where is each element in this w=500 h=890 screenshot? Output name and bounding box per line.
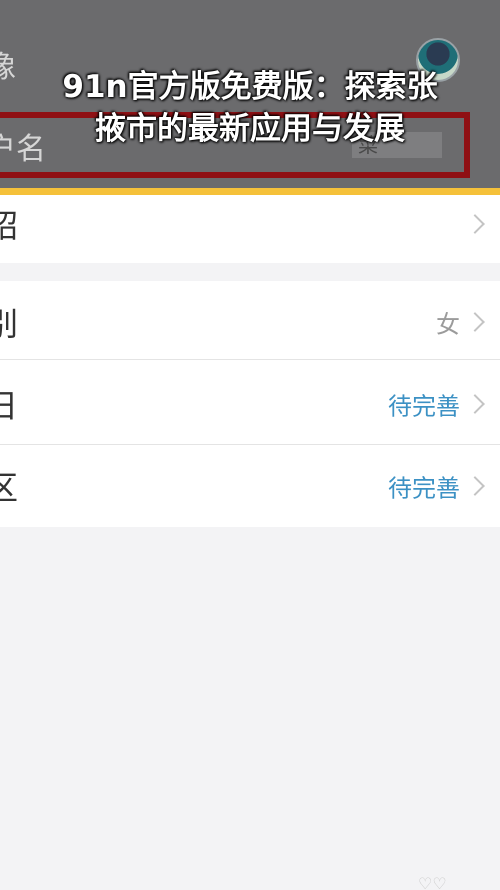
details-card: 别 女 日 待完善 区 待完善 bbox=[0, 281, 500, 527]
profile-edit-screen: 像 户名 菜 91n官方版免费版：探索张 掖市的最新应用与发展 绍 别 女 日 … bbox=[0, 0, 500, 890]
intro-card: 绍 bbox=[0, 195, 500, 263]
intro-row[interactable]: 绍 bbox=[0, 185, 500, 263]
chevron-right-icon bbox=[465, 312, 485, 332]
headline-line-2: 掖市的最新应用与发展 bbox=[95, 111, 405, 147]
region-row[interactable]: 区 待完善 bbox=[0, 445, 500, 527]
chevron-right-icon bbox=[465, 476, 485, 496]
chevron-right-icon bbox=[465, 214, 485, 234]
divider bbox=[0, 359, 500, 360]
region-value: 待完善 bbox=[388, 474, 460, 503]
chevron-right-icon bbox=[465, 394, 485, 414]
watermark-icon: ♡♡ bbox=[418, 874, 447, 890]
birthday-label: 日 bbox=[0, 387, 19, 425]
gender-value: 女 bbox=[436, 310, 460, 339]
headline: 91n官方版免费版：探索张 掖市的最新应用与发展 bbox=[0, 66, 500, 150]
top-overlay: 像 户名 菜 91n官方版免费版：探索张 掖市的最新应用与发展 bbox=[0, 0, 500, 188]
intro-label: 绍 bbox=[0, 207, 19, 245]
gender-row[interactable]: 别 女 bbox=[0, 281, 500, 363]
birthday-value: 待完善 bbox=[388, 392, 460, 421]
region-label: 区 bbox=[0, 469, 19, 507]
headline-line-1: 91n官方版免费版：探索张 bbox=[62, 69, 438, 105]
birthday-row[interactable]: 日 待完善 bbox=[0, 363, 500, 445]
gender-label: 别 bbox=[0, 305, 19, 343]
